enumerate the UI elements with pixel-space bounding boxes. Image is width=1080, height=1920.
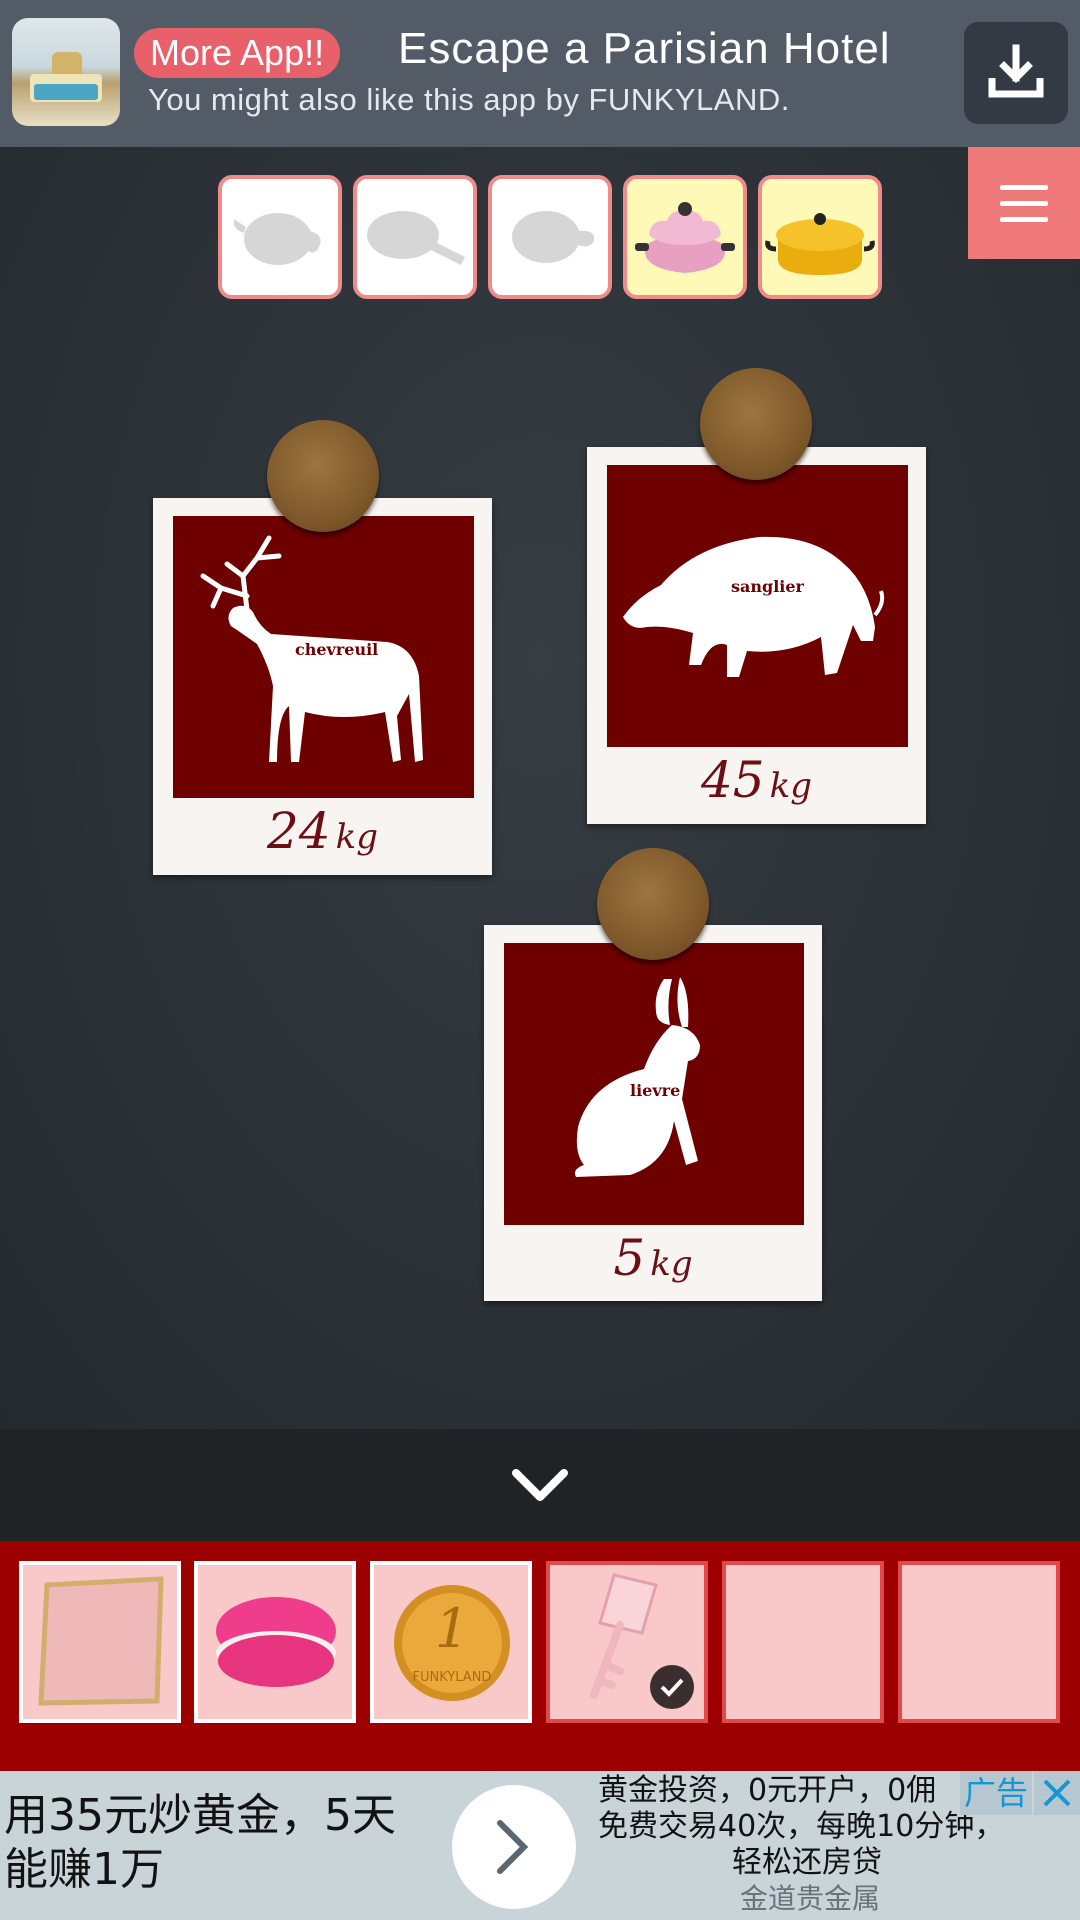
gold-frame-icon — [38, 1576, 164, 1706]
boar-weight: 45 kg — [700, 751, 813, 809]
chevron-down-icon[interactable] — [512, 1465, 568, 1505]
boar-silhouette-icon — [623, 536, 885, 677]
close-icon — [1043, 1779, 1071, 1807]
hare-pin — [597, 848, 709, 960]
hare-label: lievre — [630, 1081, 681, 1100]
photo-boar[interactable]: sanglier 45 kg — [587, 447, 926, 824]
svg-text:1: 1 — [435, 1597, 469, 1660]
deer-pin — [267, 420, 379, 532]
inventory-slot-pink-key[interactable] — [546, 1561, 708, 1723]
hamburger-menu-icon — [1000, 185, 1048, 190]
inventory-slot-pink-macaron[interactable] — [194, 1561, 356, 1723]
yellow-dutch-oven-icon — [765, 213, 875, 275]
inventory-slot-empty-5[interactable] — [722, 1561, 884, 1723]
svg-text:FUNKYLAND: FUNKYLAND — [413, 1670, 492, 1685]
tab-yellow-dutch-oven[interactable] — [758, 175, 882, 299]
promo-app-thumbnail[interactable] — [12, 18, 120, 126]
teapot-silhouette-icon — [233, 213, 321, 265]
boar-pin — [700, 368, 812, 480]
tab-frying-pan[interactable] — [353, 175, 477, 299]
hare-picture: lievre — [504, 943, 804, 1225]
inventory-slot-funkyland-coin[interactable]: 1 FUNKYLAND — [370, 1561, 532, 1723]
promo-banner[interactable]: More App!! Escape a Parisian Hotel You m… — [0, 0, 1080, 147]
tab-teapot[interactable] — [218, 175, 342, 299]
promo-title[interactable]: Escape a Parisian Hotel — [398, 24, 891, 74]
deer-picture: chevreuil — [173, 516, 474, 798]
pink-flower-pot-icon — [635, 202, 735, 273]
pink-macaron-icon — [216, 1597, 336, 1687]
selected-check-icon — [650, 1665, 694, 1709]
ad-banner[interactable]: 用35元炒黄金，5天 能赚1万 黄金投资，0元开户，0佣 免费交易40次，每晚1… — [0, 1771, 1080, 1920]
deer-label: chevreuil — [295, 640, 379, 659]
ad-arrow-button[interactable] — [452, 1785, 576, 1909]
pot-silhouette-icon — [512, 211, 595, 263]
frying-pan-silhouette-icon — [367, 211, 465, 265]
boar-label: sanglier — [731, 577, 804, 596]
boar-picture: sanglier — [607, 465, 908, 747]
download-button[interactable] — [964, 22, 1068, 124]
download-icon — [988, 44, 1044, 98]
ad-close-button[interactable] — [1034, 1771, 1080, 1815]
chevron-right-icon — [497, 1820, 529, 1874]
deer-weight: 24 kg — [266, 802, 379, 860]
tab-pot[interactable] — [488, 175, 612, 299]
more-app-badge[interactable]: More App!! — [134, 28, 341, 78]
inventory-slot-empty-6[interactable] — [898, 1561, 1060, 1723]
promo-subtitle: You might also like this app by FUNKYLAN… — [148, 82, 790, 117]
inventory-bar: 1 FUNKYLAND — [0, 1541, 1080, 1771]
tab-pink-flower-pot[interactable] — [623, 175, 747, 299]
funkyland-coin-icon: 1 FUNKYLAND — [394, 1585, 510, 1701]
photo-deer[interactable]: chevreuil 24 kg — [153, 498, 492, 875]
inventory-slot-gold-frame[interactable] — [19, 1561, 181, 1723]
photo-hare[interactable]: lievre 5 kg — [484, 925, 822, 1301]
ad-label: 广告 — [960, 1771, 1032, 1815]
menu-button[interactable] — [968, 147, 1080, 259]
hare-weight: 5 kg — [613, 1229, 693, 1287]
collapse-bar[interactable] — [0, 1429, 1080, 1541]
ad-headline[interactable]: 用35元炒黄金，5天 能赚1万 — [4, 1789, 396, 1897]
